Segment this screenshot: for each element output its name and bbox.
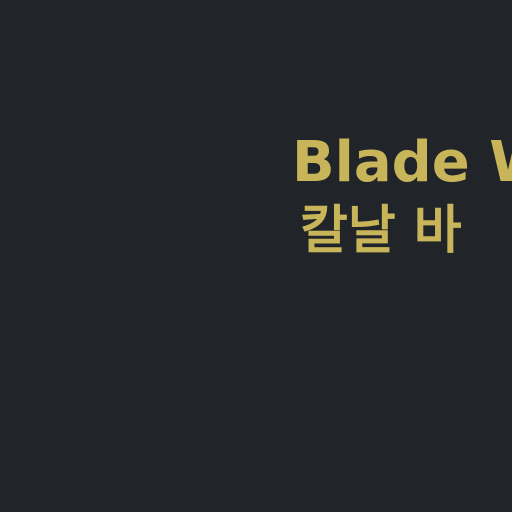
- game-title-block: Blade W 칼날 바: [292, 128, 512, 264]
- game-screen: Blade W 칼날 바: [0, 0, 512, 512]
- game-title-english: Blade W: [292, 130, 512, 195]
- game-title-korean: 칼날 바: [300, 201, 462, 261]
